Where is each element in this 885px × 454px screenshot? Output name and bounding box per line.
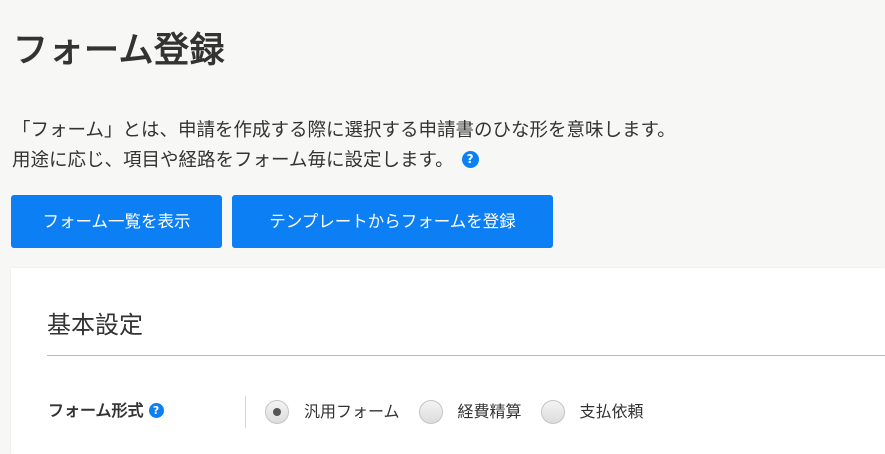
radio-label-general-form: 汎用フォーム: [304, 402, 400, 421]
radio-option-expense[interactable]: 経費精算: [418, 400, 522, 424]
field-divider: [245, 396, 246, 428]
radio-option-general-form[interactable]: 汎用フォーム: [265, 400, 400, 424]
basic-settings-card: 基本設定 フォーム形式? 汎用フォーム 経費精算 支払依頼: [11, 268, 885, 454]
show-form-list-button[interactable]: フォーム一覧を表示: [11, 195, 222, 248]
radio-button-payment-request[interactable]: [540, 400, 565, 424]
page-description: 「フォーム」とは、申請を作成する際に選択する申請書のひな形を意味します。 用途に…: [12, 116, 676, 176]
radio-label-payment-request: 支払依頼: [579, 402, 644, 421]
description-line-2: 用途に応じ、項目や経路をフォーム毎に設定します。?: [12, 146, 676, 176]
radio-label-expense: 経費精算: [457, 402, 522, 421]
section-title-basic-settings: 基本設定: [47, 311, 143, 339]
register-from-template-button[interactable]: テンプレートからフォームを登録: [232, 195, 553, 248]
page: フォーム登録 「フォーム」とは、申請を作成する際に選択する申請書のひな形を意味し…: [0, 0, 885, 454]
description-line-1: 「フォーム」とは、申請を作成する際に選択する申請書のひな形を意味します。: [12, 120, 676, 141]
radio-button-general-form[interactable]: [265, 400, 289, 424]
radio-option-payment-request[interactable]: 支払依頼: [540, 400, 644, 424]
help-icon[interactable]: ?: [461, 150, 479, 168]
page-title: フォーム登録: [13, 31, 225, 71]
form-type-radio-group: 汎用フォーム 経費精算 支払依頼: [265, 397, 663, 427]
section-divider: [47, 355, 885, 356]
description-line-2-text: 用途に応じ、項目や経路をフォーム毎に設定します。: [12, 150, 454, 171]
form-type-help-icon[interactable]: ?: [148, 403, 164, 418]
form-type-label: フォーム形式?: [48, 400, 164, 422]
radio-button-expense[interactable]: [418, 400, 443, 424]
form-type-label-text: フォーム形式: [48, 401, 144, 420]
